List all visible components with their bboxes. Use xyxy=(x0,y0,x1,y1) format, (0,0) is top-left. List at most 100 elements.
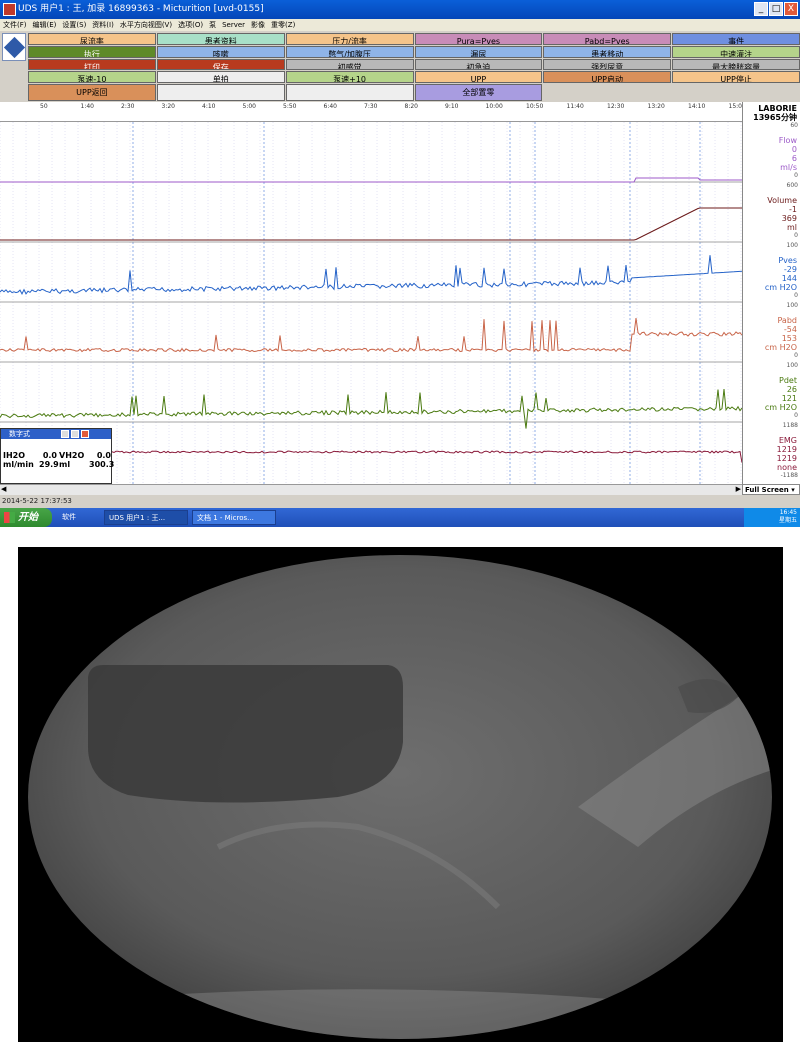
function-button-9[interactable]: 漏尿 xyxy=(414,45,543,58)
maximize-button[interactable]: □ xyxy=(769,2,783,16)
function-button-14[interactable]: 初感觉 xyxy=(285,58,414,71)
quicklaunch-software[interactable]: 软件 xyxy=(58,510,100,525)
horizontal-scrollbar[interactable]: ◀ ▶ xyxy=(0,484,742,495)
function-button-3[interactable]: Pura=Pves xyxy=(414,33,543,45)
channel-label-pabd: Pabd -54 153 cm H2O xyxy=(764,316,797,352)
minimize-button[interactable]: _ xyxy=(754,2,768,16)
function-button-23[interactable]: UPP停止 xyxy=(672,71,800,83)
menu-item-2[interactable]: 设置(S) xyxy=(62,21,86,29)
function-button-26[interactable] xyxy=(285,84,414,101)
title-bar: UDS 用户1 : 王, 加录 16899363 - Micturition [… xyxy=(0,0,800,19)
function-button-20[interactable]: 泵速+10 xyxy=(285,71,414,83)
menu-item-6[interactable]: 泵 xyxy=(209,21,216,29)
digital-readout-panel[interactable]: 数字式 IH2O ml/min 0.0 29.9 VH2O ml 0.0 300.3 xyxy=(0,428,115,484)
scale-min: 0 xyxy=(794,352,798,359)
function-button-8[interactable]: 憋气/加腹压 xyxy=(285,45,414,58)
ruler-tick: 10:50 xyxy=(526,103,544,110)
close-button[interactable]: X xyxy=(784,2,798,16)
trace-pves xyxy=(0,255,742,296)
scroll-left-icon[interactable]: ◀ xyxy=(1,485,6,493)
scale-min: 0 xyxy=(794,292,798,299)
panel-close-icon[interactable] xyxy=(81,430,89,438)
ruler-tick: 12:30 xyxy=(607,103,625,110)
panel-min-icon[interactable] xyxy=(61,430,69,438)
scale-max: 100 xyxy=(786,302,798,309)
task-uds[interactable]: UDS 用户1 : 王... xyxy=(104,510,188,525)
trace-pdet xyxy=(0,388,742,429)
readout-col1: IH2O ml/min xyxy=(3,451,34,469)
diamond-icon xyxy=(3,36,26,59)
windows-flag-icon xyxy=(4,512,15,523)
function-button-16[interactable]: 强烈尿意 xyxy=(543,58,672,71)
function-button-grid: 尿流率 患者资料 压力/流率 Pura=Pves Pabd=Pves 事件执行 咳嗽 憋气/加… xyxy=(28,33,800,101)
function-button-6[interactable]: 执行 xyxy=(28,45,156,58)
full-screen-select[interactable]: Full Screen ▾ xyxy=(742,484,800,495)
function-button-25[interactable] xyxy=(156,84,285,101)
function-button-15[interactable]: 初急迫 xyxy=(414,58,543,71)
ruler-tick: 13:20 xyxy=(647,103,665,110)
function-button-13[interactable]: 保存 xyxy=(156,58,285,71)
uds-app-window: UDS 用户1 : 王, 加录 16899363 - Micturition [… xyxy=(0,0,800,527)
function-button-2[interactable]: 压力/流率 xyxy=(285,33,414,45)
channel-label-volume: Volume -1 369 ml xyxy=(767,196,797,232)
scale-max: 1188 xyxy=(782,422,798,429)
channel-label-flow: Flow 0 6 ml/s xyxy=(778,136,797,172)
trace-volume xyxy=(0,207,742,241)
window-title: UDS 用户1 : 王, 加录 16899363 - Micturition [… xyxy=(18,4,264,14)
menu-item-8[interactable]: 影像 xyxy=(251,21,265,29)
readout-col4: 0.0 300.3 xyxy=(89,451,115,469)
start-button[interactable]: 开始 xyxy=(0,508,52,527)
channel-label-pves: Pves -29 144 cm H2O xyxy=(764,256,797,292)
ruler-tick: 7:30 xyxy=(364,103,378,110)
function-button-10[interactable]: 患者移动 xyxy=(543,45,672,58)
scroll-right-icon[interactable]: ▶ xyxy=(736,485,741,493)
ruler-tick: 4:10 xyxy=(202,103,216,110)
scale-max: 600 xyxy=(786,182,798,189)
ruler-tick: 50 xyxy=(40,103,48,110)
function-button-18[interactable]: 泵速-10 xyxy=(28,71,156,83)
readout-col3: VH2O ml xyxy=(59,451,85,469)
menu-item-9[interactable]: 重零(Z) xyxy=(271,21,295,29)
ruler-tick: 14:10 xyxy=(688,103,706,110)
fluoroscopy-image xyxy=(18,547,783,1042)
function-button-22[interactable]: UPP启动 xyxy=(543,71,672,83)
function-button-17[interactable]: 最大膀胱容量 xyxy=(672,58,800,71)
trace-flow xyxy=(0,177,742,183)
ruler-tick: 10:00 xyxy=(485,103,503,110)
function-button-19[interactable]: 单拍 xyxy=(156,71,285,83)
channel-labels-panel: LABORIE 13965分钟 Flow 0 6 ml/s 60 0 Volume -1 369… xyxy=(742,102,800,484)
ruler-tick: 8:20 xyxy=(404,103,418,110)
menu-item-1[interactable]: 编辑(E) xyxy=(33,21,57,29)
datetime-label: 2014-5-22 17:37:53 xyxy=(2,497,72,505)
readout-title: 数字式 xyxy=(1,429,111,439)
panel-max-icon[interactable] xyxy=(71,430,79,438)
function-button-5[interactable]: 事件 xyxy=(672,33,800,45)
ruler-tick: 9:10 xyxy=(445,103,459,110)
taskbar: 开始 软件 UDS 用户1 : 王... 文档 1 - Micros... 16… xyxy=(0,508,800,527)
task-word[interactable]: 文档 1 - Micros... xyxy=(192,510,276,525)
chevron-down-icon: ▾ xyxy=(791,486,795,494)
menu-item-5[interactable]: 选项(O) xyxy=(178,21,203,29)
scale-max: 100 xyxy=(786,242,798,249)
function-button-1[interactable]: 患者资料 xyxy=(156,33,285,45)
function-button-11[interactable]: 中速灌注 xyxy=(672,45,800,58)
menu-item-3[interactable]: 资料(I) xyxy=(92,21,114,29)
menu-item-4[interactable]: 水平方向视图(V) xyxy=(120,21,172,29)
function-button-0[interactable]: 尿流率 xyxy=(28,33,156,45)
laborie-logo xyxy=(2,33,26,61)
scale-max: 100 xyxy=(786,362,798,369)
function-button-27[interactable]: 全部置零 xyxy=(414,84,543,101)
function-button-7[interactable]: 咳嗽 xyxy=(156,45,285,58)
function-button-12[interactable]: 打印 xyxy=(28,58,156,71)
function-button-4[interactable]: Pabd=Pves xyxy=(543,33,672,45)
readout-col2: 0.0 29.9 xyxy=(39,451,59,469)
menu-item-7[interactable]: Server xyxy=(222,21,245,29)
function-button-21[interactable]: UPP xyxy=(414,71,543,83)
brand-label: LABORIE xyxy=(758,104,797,113)
ruler-tick: 3:20 xyxy=(161,103,175,110)
ruler-tick: 6:40 xyxy=(323,103,337,110)
function-button-24[interactable]: UPP返回 xyxy=(28,84,156,101)
menu-item-0[interactable]: 文件(F) xyxy=(3,21,27,29)
trace-pabd xyxy=(0,318,742,353)
duration-label: 13965分钟 xyxy=(753,113,797,122)
